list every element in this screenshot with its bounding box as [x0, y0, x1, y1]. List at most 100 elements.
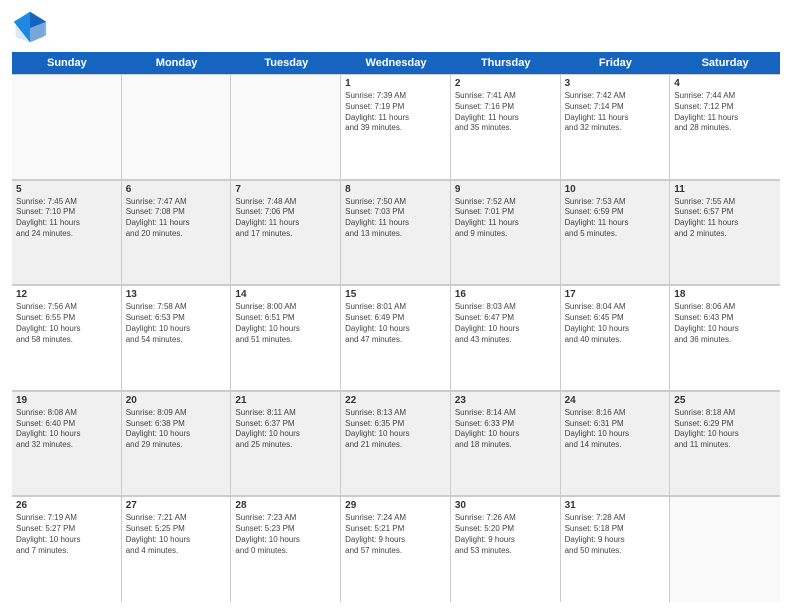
calendar-week-2: 5Sunrise: 7:45 AM Sunset: 7:10 PM Daylig… — [12, 180, 780, 286]
day-number: 25 — [674, 395, 776, 406]
weekday-header-tuesday: Tuesday — [231, 52, 341, 74]
logo-icon — [12, 10, 48, 46]
day-info: Sunrise: 7:44 AM Sunset: 7:12 PM Dayligh… — [674, 91, 776, 134]
day-number: 13 — [126, 289, 227, 300]
calendar-cell — [231, 75, 341, 179]
day-number: 10 — [565, 184, 666, 195]
calendar-cell: 6Sunrise: 7:47 AM Sunset: 7:08 PM Daylig… — [122, 181, 232, 285]
day-info: Sunrise: 7:39 AM Sunset: 7:19 PM Dayligh… — [345, 91, 446, 134]
day-number: 18 — [674, 289, 776, 300]
day-number: 8 — [345, 184, 446, 195]
day-number: 31 — [565, 500, 666, 511]
day-number: 14 — [235, 289, 336, 300]
calendar-cell: 7 Sunrise: 7:48 AM Sunset: 7:06 PM Daylig… — [231, 181, 341, 285]
day-number: 24 — [565, 395, 666, 406]
day-number: 21 — [235, 395, 336, 406]
day-number: 30 — [455, 500, 556, 511]
day-number: 4 — [674, 78, 776, 89]
day-info: Sunrise: 7:50 AM Sunset: 7:03 PM Dayligh… — [345, 197, 446, 240]
day-info: Sunrise: 7:45 AM Sunset: 7:10 PM Dayligh… — [16, 197, 117, 240]
calendar-cell: 28 Sunrise: 7:23 AM Sunset: 5:23 PM Dayli… — [231, 497, 341, 602]
calendar-cell: 24 Sunrise: 8:16 AM Sunset: 6:31 PM Dayli… — [561, 392, 671, 496]
day-number: 27 — [126, 500, 227, 511]
calendar-cell: 9 Sunrise: 7:52 AM Sunset: 7:01 PM Daylig… — [451, 181, 561, 285]
day-info: Sunrise: 7:24 AM Sunset: 5:21 PM Dayligh… — [345, 513, 446, 556]
weekday-header-saturday: Saturday — [670, 52, 780, 74]
calendar-cell: 30Sunrise: 7:26 AM Sunset: 5:20 PM Dayli… — [451, 497, 561, 602]
day-info: Sunrise: 8:09 AM Sunset: 6:38 PM Dayligh… — [126, 408, 227, 451]
day-info: Sunrise: 8:08 AM Sunset: 6:40 PM Dayligh… — [16, 408, 117, 451]
day-info: Sunrise: 8:01 AM Sunset: 6:49 PM Dayligh… — [345, 302, 446, 345]
day-info: Sunrise: 8:00 AM Sunset: 6:51 PM Dayligh… — [235, 302, 336, 345]
calendar-cell: 12 Sunrise: 7:56 AM Sunset: 6:55 PM Dayli… — [12, 286, 122, 390]
calendar-cell — [670, 497, 780, 602]
day-info: Sunrise: 7:52 AM Sunset: 7:01 PM Dayligh… — [455, 197, 556, 240]
calendar-cell — [12, 75, 122, 179]
logo — [12, 10, 52, 46]
day-info: Sunrise: 7:58 AM Sunset: 6:53 PM Dayligh… — [126, 302, 227, 345]
day-info: Sunrise: 7:56 AM Sunset: 6:55 PM Dayligh… — [16, 302, 117, 345]
calendar-cell: 2 Sunrise: 7:41 AM Sunset: 7:16 PM Daylig… — [451, 75, 561, 179]
day-info: Sunrise: 7:23 AM Sunset: 5:23 PM Dayligh… — [235, 513, 336, 556]
day-info: Sunrise: 8:13 AM Sunset: 6:35 PM Dayligh… — [345, 408, 446, 451]
calendar-cell: 13 Sunrise: 7:58 AM Sunset: 6:53 PM Dayli… — [122, 286, 232, 390]
day-info: Sunrise: 8:03 AM Sunset: 6:47 PM Dayligh… — [455, 302, 556, 345]
day-number: 29 — [345, 500, 446, 511]
calendar-cell: 8 Sunrise: 7:50 AM Sunset: 7:03 PM Daylig… — [341, 181, 451, 285]
day-info: Sunrise: 7:55 AM Sunset: 6:57 PM Dayligh… — [674, 197, 776, 240]
day-number: 20 — [126, 395, 227, 406]
weekday-header-sunday: Sunday — [12, 52, 122, 74]
day-number: 1 — [345, 78, 446, 89]
day-info: Sunrise: 8:11 AM Sunset: 6:37 PM Dayligh… — [235, 408, 336, 451]
weekday-header-thursday: Thursday — [451, 52, 561, 74]
day-info: Sunrise: 8:14 AM Sunset: 6:33 PM Dayligh… — [455, 408, 556, 451]
day-number: 19 — [16, 395, 117, 406]
day-number: 7 — [235, 184, 336, 195]
day-number: 15 — [345, 289, 446, 300]
calendar-cell: 17Sunrise: 8:04 AM Sunset: 6:45 PM Dayli… — [561, 286, 671, 390]
calendar-cell: 27 Sunrise: 7:21 AM Sunset: 5:25 PM Dayli… — [122, 497, 232, 602]
page-header — [12, 10, 780, 46]
calendar-body: 1 Sunrise: 7:39 AM Sunset: 7:19 PM Daylig… — [12, 74, 780, 602]
calendar-cell: 22 Sunrise: 8:13 AM Sunset: 6:35 PM Dayli… — [341, 392, 451, 496]
calendar-cell: 21 Sunrise: 8:11 AM Sunset: 6:37 PM Dayli… — [231, 392, 341, 496]
calendar-header: SundayMondayTuesdayWednesdayThursdayFrid… — [12, 52, 780, 74]
calendar-cell: 11Sunrise: 7:55 AM Sunset: 6:57 PM Dayli… — [670, 181, 780, 285]
day-number: 9 — [455, 184, 556, 195]
calendar-cell: 23Sunrise: 8:14 AM Sunset: 6:33 PM Dayli… — [451, 392, 561, 496]
day-info: Sunrise: 8:16 AM Sunset: 6:31 PM Dayligh… — [565, 408, 666, 451]
day-number: 28 — [235, 500, 336, 511]
day-number: 16 — [455, 289, 556, 300]
calendar-cell: 14 Sunrise: 8:00 AM Sunset: 6:51 PM Dayli… — [231, 286, 341, 390]
calendar-cell: 19 Sunrise: 8:08 AM Sunset: 6:40 PM Dayli… — [12, 392, 122, 496]
calendar-cell: 25 Sunrise: 8:18 AM Sunset: 6:29 PM Dayli… — [670, 392, 780, 496]
day-info: Sunrise: 7:21 AM Sunset: 5:25 PM Dayligh… — [126, 513, 227, 556]
calendar-week-4: 19 Sunrise: 8:08 AM Sunset: 6:40 PM Dayli… — [12, 391, 780, 497]
calendar-cell: 5Sunrise: 7:45 AM Sunset: 7:10 PM Daylig… — [12, 181, 122, 285]
calendar-cell: 16 Sunrise: 8:03 AM Sunset: 6:47 PM Dayli… — [451, 286, 561, 390]
calendar-cell: 31 Sunrise: 7:28 AM Sunset: 5:18 PM Dayli… — [561, 497, 671, 602]
day-info: Sunrise: 7:53 AM Sunset: 6:59 PM Dayligh… — [565, 197, 666, 240]
day-number: 6 — [126, 184, 227, 195]
calendar-week-3: 12 Sunrise: 7:56 AM Sunset: 6:55 PM Dayli… — [12, 285, 780, 391]
day-number: 12 — [16, 289, 117, 300]
day-number: 26 — [16, 500, 117, 511]
calendar-cell: 26 Sunrise: 7:19 AM Sunset: 5:27 PM Dayli… — [12, 497, 122, 602]
day-info: Sunrise: 8:18 AM Sunset: 6:29 PM Dayligh… — [674, 408, 776, 451]
day-number: 22 — [345, 395, 446, 406]
day-info: Sunrise: 7:48 AM Sunset: 7:06 PM Dayligh… — [235, 197, 336, 240]
calendar-cell: 3Sunrise: 7:42 AM Sunset: 7:14 PM Daylig… — [561, 75, 671, 179]
day-info: Sunrise: 8:04 AM Sunset: 6:45 PM Dayligh… — [565, 302, 666, 345]
weekday-header-friday: Friday — [561, 52, 671, 74]
weekday-header-monday: Monday — [122, 52, 232, 74]
day-number: 3 — [565, 78, 666, 89]
calendar: SundayMondayTuesdayWednesdayThursdayFrid… — [12, 52, 780, 602]
calendar-cell: 15 Sunrise: 8:01 AM Sunset: 6:49 PM Dayli… — [341, 286, 451, 390]
day-number: 2 — [455, 78, 556, 89]
day-info: Sunrise: 8:06 AM Sunset: 6:43 PM Dayligh… — [674, 302, 776, 345]
calendar-cell — [122, 75, 232, 179]
day-info: Sunrise: 7:41 AM Sunset: 7:16 PM Dayligh… — [455, 91, 556, 134]
day-info: Sunrise: 7:28 AM Sunset: 5:18 PM Dayligh… — [565, 513, 666, 556]
weekday-header-wednesday: Wednesday — [341, 52, 451, 74]
day-info: Sunrise: 7:19 AM Sunset: 5:27 PM Dayligh… — [16, 513, 117, 556]
